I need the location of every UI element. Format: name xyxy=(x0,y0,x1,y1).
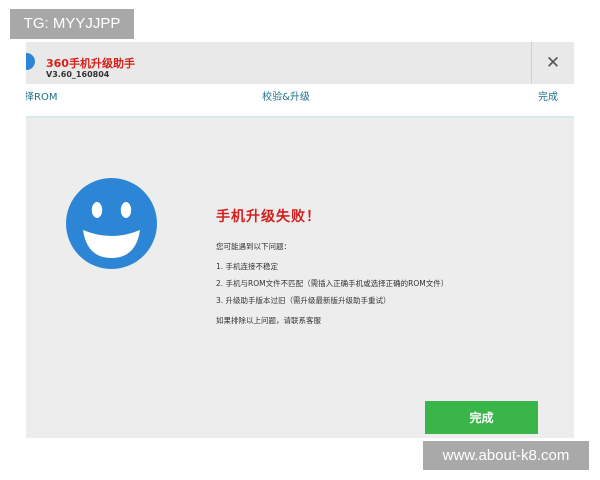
close-icon: ✕ xyxy=(545,53,561,73)
title-bar: 360手机升级助手 V3.60_160804 ✕ xyxy=(26,42,574,84)
step-verify-upgrade: 校验&升级 xyxy=(262,92,310,103)
result-panel: 手机升级失败！ 您可能遇到以下问题： 1. 手机连接不稳定 2. 手机与ROM文… xyxy=(26,118,574,438)
app-version: V3.60_160804 xyxy=(46,70,110,79)
reason-item: 1. 手机连接不稳定 xyxy=(216,262,279,271)
failure-outro: 如果排除以上问题，请联系客服 xyxy=(216,316,321,325)
done-button[interactable]: 完成 xyxy=(425,401,538,434)
app-window: 360手机升级助手 V3.60_160804 ✕ 择ROM 校验&升级 完成 手… xyxy=(26,42,574,438)
watermark-bottom: www.about-k8.com xyxy=(423,441,589,470)
reason-item: 2. 手机与ROM文件不匹配（需插入正确手机或选择正确的ROM文件） xyxy=(216,279,449,288)
step-complete: 完成 xyxy=(538,92,558,103)
watermark-top: TG: MYYJJPP xyxy=(10,9,134,39)
step-bar: 择ROM 校验&升级 完成 xyxy=(26,84,574,118)
app-title: 360手机升级助手 xyxy=(46,57,135,70)
smiley-face-icon xyxy=(66,178,157,269)
reason-item: 3. 升级助手版本过旧（需升级最新版升级助手重试） xyxy=(216,296,391,305)
failure-message: 手机升级失败！ 您可能遇到以下问题： 1. 手机连接不稳定 2. 手机与ROM文… xyxy=(216,206,556,329)
app-logo-icon xyxy=(26,53,35,70)
close-button[interactable]: ✕ xyxy=(531,42,574,84)
failure-intro: 您可能遇到以下问题： xyxy=(216,242,291,251)
failure-title: 手机升级失败！ xyxy=(216,209,321,225)
